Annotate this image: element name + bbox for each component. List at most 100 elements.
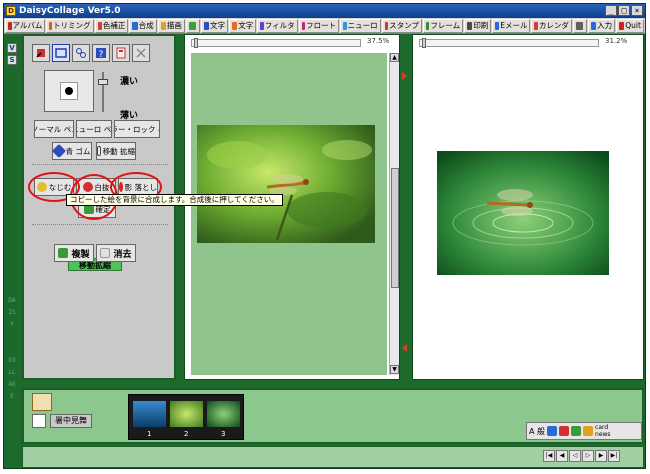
toolbar-label-10: ニューロ — [347, 21, 378, 30]
toolbar-button-1[interactable]: トリミング — [46, 18, 94, 33]
mail-icon[interactable] — [571, 426, 582, 436]
first-page-icon[interactable]: |◀ — [543, 450, 555, 462]
prev-small-icon[interactable]: ◁ — [569, 450, 581, 462]
card-news-label[interactable]: card news — [595, 424, 617, 438]
density-slider-thumb[interactable] — [98, 79, 108, 85]
toolbar-button-18[interactable]: Quit — [616, 18, 644, 33]
toolbar-label-3: 合成 — [138, 21, 154, 30]
brush-size-preview[interactable] — [44, 70, 94, 112]
move-scale-pen-button[interactable]: 移動 拡縮 — [96, 142, 136, 160]
toolbar-button-14[interactable]: Eメール — [492, 18, 531, 33]
toolbar-button-7[interactable]: 文字 — [229, 18, 257, 33]
thumbnail-3[interactable] — [207, 401, 240, 427]
scroll-up-arrow-icon[interactable]: ▲ — [390, 53, 399, 62]
help-button[interactable]: ? — [92, 44, 110, 62]
density-slider[interactable] — [98, 72, 108, 112]
toolbar-button-9[interactable]: フロート — [298, 18, 340, 33]
toolbar-label-0: アルバム — [12, 21, 43, 30]
toolbar-button-15[interactable]: カレンダ — [531, 18, 572, 33]
svg-text:?: ? — [99, 50, 104, 59]
minimize-button[interactable]: _ — [605, 5, 617, 16]
toolbar-button-17[interactable]: 入力 — [587, 18, 616, 33]
next-small-icon[interactable]: ▷ — [582, 450, 594, 462]
toolbar-button-2[interactable]: 色補正 — [94, 18, 129, 33]
source-zoom-slider[interactable] — [191, 38, 361, 48]
view-s-button[interactable]: S — [7, 55, 17, 65]
paste-tool-button[interactable] — [112, 44, 130, 62]
side-vertical-text-daisy: DAISY — [8, 297, 16, 328]
document-icon[interactable] — [547, 426, 558, 436]
title-bar: D DaisyCollage Ver5.0 _ □ × — [4, 4, 645, 18]
dragonfly-image — [197, 125, 375, 243]
neuro-pen-button[interactable]: ニューロ ペン — [76, 120, 112, 138]
toolbar-button-8[interactable]: フィルタ — [257, 18, 298, 33]
next-page-icon[interactable]: ▶ — [595, 450, 607, 462]
maximize-button[interactable]: □ — [618, 5, 630, 16]
neuro-icon — [343, 21, 347, 30]
text-icon — [203, 21, 210, 30]
toolbar-label-9: フロート — [306, 21, 337, 30]
normal-pen-button[interactable]: ノーマル ペン — [34, 120, 74, 138]
x-close-icon — [136, 48, 146, 58]
transfer-right-arrow-icon[interactable] — [402, 72, 407, 80]
thumbnail-1[interactable] — [133, 401, 166, 427]
source-vertical-scrollbar[interactable]: ▲ ▼ — [389, 53, 399, 375]
source-scroll-thumb[interactable] — [391, 168, 399, 288]
toolbar-button-13[interactable]: 印刷 — [464, 18, 492, 33]
toolbar-button-4[interactable]: 描画 — [157, 18, 185, 33]
target-zoom-slider[interactable] — [419, 38, 599, 48]
stamp-icon[interactable] — [559, 426, 570, 436]
duplicate-button[interactable]: 複製 — [54, 244, 94, 262]
thumbnail-2[interactable] — [170, 401, 203, 427]
eraser-icon — [53, 143, 66, 159]
filter-icon — [260, 21, 264, 30]
last-page-icon[interactable]: ▶| — [608, 450, 620, 462]
film-number-1: 1 — [147, 430, 152, 438]
toolbar-button-0[interactable]: アルバム — [5, 18, 46, 33]
pencil-icon[interactable] — [583, 426, 594, 436]
help-icon: ? — [96, 48, 106, 59]
paste-icon — [116, 47, 126, 59]
toolbar-button-10[interactable]: ニューロ — [340, 18, 381, 33]
toolbar-button-12[interactable]: フレーム — [422, 18, 464, 33]
cancel-tool-button[interactable] — [132, 44, 150, 62]
album-book-icon[interactable] — [32, 393, 52, 411]
move-scale-icon — [97, 146, 101, 156]
toolbar-label-14: Eメール — [500, 21, 528, 30]
toolbar-button-16[interactable] — [572, 18, 587, 33]
view-v-button[interactable]: V — [7, 43, 17, 53]
album-page-icon[interactable] — [32, 414, 46, 428]
album-strip: 暑中見舞 1 2 3 A 般 card news — [22, 388, 644, 444]
color-lock-pen-button[interactable]: カラー・ロック ペン — [114, 120, 160, 138]
calendar-icon — [534, 21, 538, 30]
dragonfly-photo-target[interactable] — [437, 151, 609, 275]
toolbar-button-3[interactable]: 合成 — [129, 18, 157, 33]
rectangle-tool-button[interactable] — [52, 44, 70, 62]
film-number-3: 3 — [221, 430, 226, 438]
quit-arrow-icon — [619, 21, 625, 30]
toolbar-label-6: 文字 — [210, 21, 226, 30]
close-button[interactable]: × — [631, 5, 643, 16]
window-title: DaisyCollage Ver5.0 — [19, 6, 121, 16]
toolbar-button-5[interactable] — [185, 18, 200, 33]
dragonfly-photo-source[interactable] — [197, 125, 375, 243]
dragonfly-ripple-image — [437, 151, 609, 275]
font-label[interactable]: A 般 — [529, 426, 545, 437]
target-image-panel: 31.2% — [412, 34, 644, 380]
scroll-down-arrow-icon[interactable]: ▼ — [390, 365, 399, 374]
frame-icon — [425, 21, 430, 30]
toolbar-label-2: 色補正 — [102, 21, 126, 30]
delete-button[interactable]: 消去 — [96, 244, 136, 262]
side-vertical-text-collage: COLLAGE — [8, 357, 16, 400]
toolbar-button-11[interactable]: スタンプ — [381, 18, 422, 33]
lasso-tool-button[interactable] — [72, 44, 90, 62]
prev-page-icon[interactable]: ◀ — [556, 450, 568, 462]
toolbar-label-17: 入力 — [597, 21, 613, 30]
toolbar-button-6[interactable]: 文字 — [200, 18, 229, 33]
dark-label: 濃い — [120, 77, 139, 87]
album-name[interactable]: 暑中見舞 — [50, 414, 92, 428]
transfer-left-arrow-icon[interactable] — [402, 344, 407, 352]
eraser-button[interactable]: 青 ゴム — [52, 142, 92, 160]
page-nav-buttons: |◀ ◀ ◁ ▷ ▶ ▶| — [543, 450, 620, 462]
brush-tool-button[interactable] — [32, 44, 50, 62]
